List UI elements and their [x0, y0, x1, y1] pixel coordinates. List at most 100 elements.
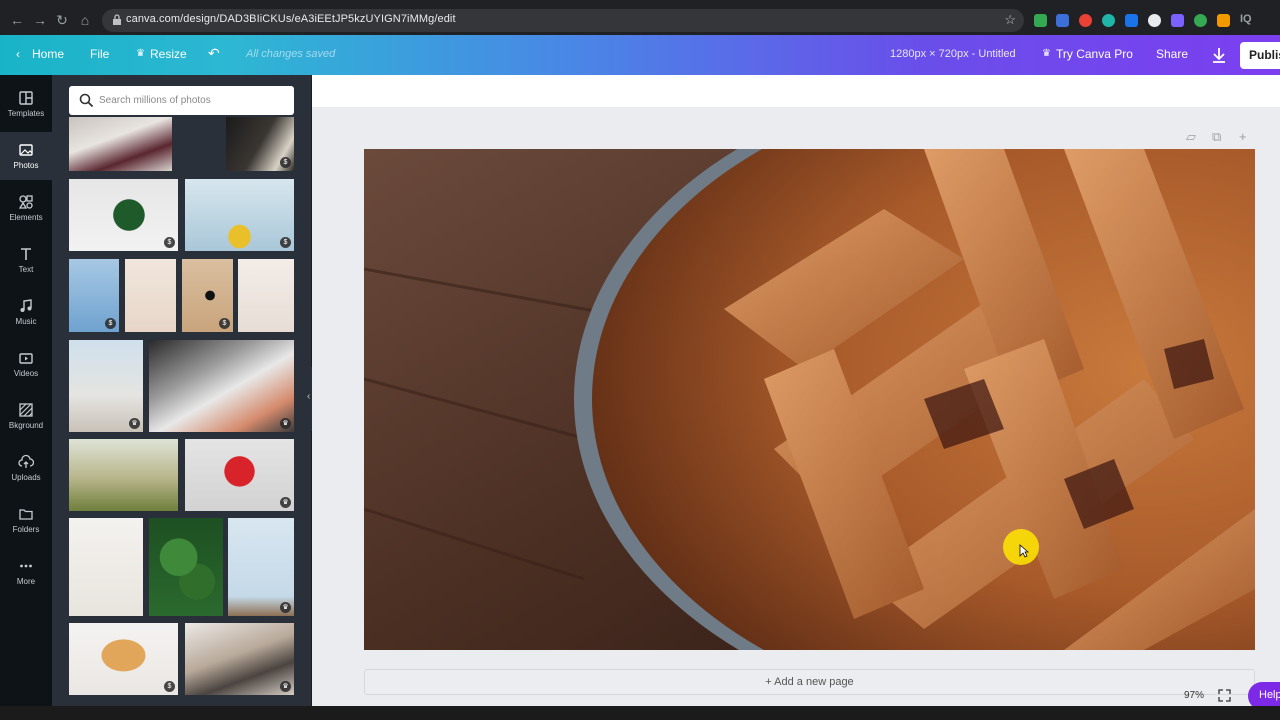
paid-badge: $ [164, 237, 175, 248]
ext-orange-icon[interactable] [1217, 14, 1230, 27]
chevron-left-icon: ‹ [307, 391, 311, 402]
pro-crown-badge: ♛ [280, 602, 291, 613]
elements-icon [18, 195, 33, 209]
photo-search-box[interactable] [69, 86, 294, 115]
pro-crown-badge: ♛ [129, 418, 140, 429]
rail-item-elements[interactable]: Elements [0, 184, 52, 232]
download-icon[interactable] [1212, 47, 1226, 63]
rail-label: Videos [13, 369, 39, 378]
add-page-plus-icon[interactable]: + [1239, 129, 1252, 144]
page-notes-icon[interactable]: ▱ [1186, 129, 1199, 144]
more-icon [20, 564, 32, 568]
pro-crown-badge: ♛ [280, 681, 291, 692]
address-bar[interactable]: canva.com/design/DAD3BIiCKUs/eA3iEEtJP5k… [102, 9, 1024, 32]
ext-blue-icon[interactable] [1125, 14, 1138, 27]
design-page[interactable] [364, 149, 1255, 650]
rail-label: Folders [12, 525, 40, 534]
text-icon [21, 248, 31, 260]
chevron-left-icon[interactable]: ‹ [16, 47, 20, 61]
undo-icon[interactable]: ↶ [208, 45, 220, 62]
photo-thumbnail[interactable]: $ [69, 623, 178, 695]
search-input[interactable] [99, 92, 284, 109]
photo-thumbnail[interactable] [238, 259, 294, 332]
photo-thumbnail[interactable]: $ [69, 259, 119, 332]
ext-google-icon[interactable] [1194, 14, 1207, 27]
reload-icon[interactable]: ↻ [53, 11, 71, 29]
add-new-page-button[interactable]: + Add a new page [364, 669, 1255, 695]
rail-item-music[interactable]: Music [0, 288, 52, 336]
forward-icon[interactable]: → [31, 11, 49, 29]
photo-thumbnail[interactable] [69, 518, 143, 616]
folders-icon [19, 509, 33, 520]
ext-iq-icon[interactable]: IQ [1240, 13, 1252, 25]
search-icon [79, 93, 94, 108]
ext-red-badge-icon[interactable] [1079, 14, 1092, 27]
rail-label: More [16, 577, 36, 586]
photo-thumbnail[interactable]: $ [69, 179, 178, 251]
resize-button[interactable]: Resize [150, 47, 187, 61]
photo-thumbnail[interactable] [69, 439, 178, 511]
videos-icon [19, 353, 33, 364]
rail-item-templates[interactable]: Templates [0, 80, 52, 128]
ext-green-icon[interactable] [1034, 14, 1047, 27]
photos-icon [19, 144, 33, 156]
share-button[interactable]: Share [1156, 47, 1188, 61]
design-dimensions-title[interactable]: 1280px × 720px - Untitled [890, 48, 1016, 60]
templates-icon [19, 91, 33, 105]
home-icon[interactable]: ⌂ [76, 11, 94, 29]
paid-badge: $ [280, 237, 291, 248]
browser-toolbar: ← → ↻ ⌂ canva.com/design/DAD3BIiCKUs/eA3… [0, 0, 1280, 40]
bookmark-star-icon[interactable]: ☆ [1004, 12, 1016, 28]
photo-thumbnail[interactable]: ♛ [185, 439, 294, 511]
try-canva-pro-button[interactable]: Try Canva Pro [1056, 47, 1133, 61]
photo-thumbnail[interactable]: $ [185, 179, 294, 251]
bottom-bar [0, 706, 1280, 720]
uploads-icon [18, 454, 34, 468]
ext-lightning-icon[interactable] [1171, 14, 1184, 27]
rail-item-photos[interactable]: Photos [0, 132, 52, 180]
photo-thumbnail[interactable]: ♛ [69, 340, 143, 432]
rail-label: Templates [7, 109, 45, 118]
paid-badge: $ [219, 318, 230, 329]
workspace-toolbar-strip [312, 75, 1280, 107]
editor-topbar: ‹ Home File ♛ Resize ↶ All changes saved… [0, 35, 1280, 75]
photo-thumbnail[interactable] [69, 117, 172, 171]
home-button[interactable]: Home [32, 47, 64, 61]
pro-crown-icon: ♛ [1042, 48, 1051, 59]
photo-thumbnail[interactable]: $ [226, 117, 294, 171]
fullscreen-icon[interactable] [1218, 689, 1231, 702]
zoom-level[interactable]: 97% [1184, 690, 1204, 701]
photo-thumbnail[interactable]: ♛ [185, 623, 294, 695]
back-icon[interactable]: ← [8, 11, 26, 29]
photo-thumbnail[interactable] [125, 259, 176, 332]
photos-panel: $ $ $ $ $ ♛ ♛ ♛ ♛ $ ♛ [52, 75, 311, 706]
paid-badge: $ [164, 681, 175, 692]
rail-label: Photos [13, 161, 39, 170]
rail-item-more[interactable]: More [0, 548, 52, 596]
photo-thumbnail[interactable]: $ [182, 259, 233, 332]
rail-item-uploads[interactable]: Uploads [0, 444, 52, 492]
photo-thumbnail[interactable]: ♛ [149, 340, 294, 432]
paid-badge: $ [105, 318, 116, 329]
ext-shield-icon[interactable] [1056, 14, 1069, 27]
resize-crown-icon: ♛ [136, 48, 145, 59]
rail-label: Bkground [8, 421, 44, 430]
photo-thumbnail[interactable]: ♛ [228, 518, 294, 616]
pie-photo[interactable] [364, 149, 1255, 650]
url-text: canva.com/design/DAD3BIiCKUs/eA3iEEtJP5k… [126, 13, 456, 25]
rail-label: Uploads [11, 473, 41, 482]
rail-item-videos[interactable]: Videos [0, 340, 52, 388]
publish-button[interactable]: Publis [1240, 42, 1280, 69]
rail-item-text[interactable]: Text [0, 236, 52, 284]
ext-white-icon[interactable] [1148, 14, 1161, 27]
duplicate-page-icon[interactable]: ⧉ [1212, 129, 1225, 144]
file-menu-button[interactable]: File [90, 47, 109, 61]
rail-label: Music [15, 317, 37, 326]
rail-item-folders[interactable]: Folders [0, 496, 52, 544]
photo-thumbnail[interactable] [149, 518, 223, 616]
pro-crown-badge: ♛ [280, 497, 291, 508]
lock-icon [113, 14, 121, 25]
save-status: All changes saved [246, 48, 336, 60]
rail-item-background[interactable]: Bkground [0, 392, 52, 440]
ext-teal-icon[interactable] [1102, 14, 1115, 27]
